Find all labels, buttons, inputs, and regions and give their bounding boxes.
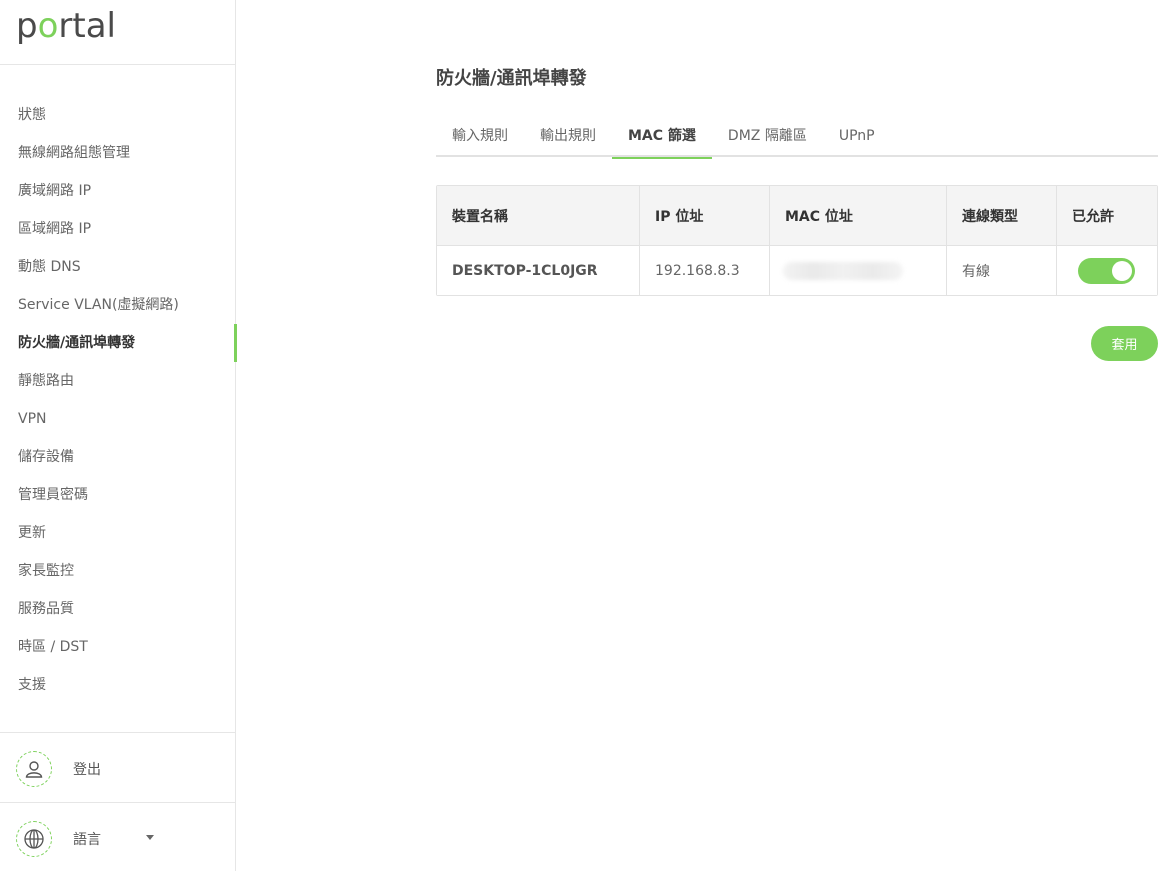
page-title: 防火牆/通訊埠轉發 — [436, 68, 587, 89]
header-ip-address: IP 位址 — [640, 186, 770, 245]
tab-inbound-rules[interactable]: 輸入規則 — [436, 118, 524, 157]
table-header: 裝置名稱 IP 位址 MAC 位址 連線類型 已允許 — [437, 186, 1157, 246]
sidebar-item-status[interactable]: 狀態 — [0, 96, 236, 134]
sidebar-item-qos[interactable]: 服務品質 — [0, 590, 236, 628]
logo-divider — [0, 64, 236, 65]
sidebar-item-wan-ip[interactable]: 廣域網路 IP — [0, 172, 236, 210]
language-selector[interactable]: 語言 — [16, 821, 226, 857]
sidebar-divider — [0, 802, 236, 803]
cell-device-name: DESKTOP-1CL0JGR — [437, 246, 640, 295]
cell-mac-address — [770, 246, 947, 295]
sidebar-item-parental-control[interactable]: 家長監控 — [0, 552, 236, 590]
sidebar-item-update[interactable]: 更新 — [0, 514, 236, 552]
sidebar-item-wireless-config[interactable]: 無線網路組態管理 — [0, 134, 236, 172]
apply-button[interactable]: 套用 — [1091, 326, 1158, 361]
header-device-name: 裝置名稱 — [437, 186, 640, 245]
allowed-toggle[interactable] — [1078, 257, 1135, 284]
sidebar: portal 狀態 無線網路組態管理 廣域網路 IP 區域網路 IP 動態 DN… — [0, 0, 237, 871]
header-allowed: 已允許 — [1072, 208, 1114, 225]
sidebar-nav: 狀態 無線網路組態管理 廣域網路 IP 區域網路 IP 動態 DNS Servi… — [0, 96, 237, 704]
language-label: 語言 — [73, 832, 101, 848]
sidebar-item-timezone[interactable]: 時區 / DST — [0, 628, 236, 666]
tab-outbound-rules[interactable]: 輸出規則 — [524, 118, 612, 157]
logout-button[interactable]: 登出 — [16, 751, 226, 787]
mac-redacted — [783, 261, 903, 280]
mac-filter-table: 裝置名稱 IP 位址 MAC 位址 連線類型 已允許 DESKTOP-1CL0J… — [436, 185, 1158, 296]
tab-mac-filter[interactable]: MAC 篩選 — [612, 118, 712, 159]
sidebar-item-static-routing[interactable]: 靜態路由 — [0, 362, 236, 400]
sidebar-divider — [0, 732, 236, 733]
tab-upnp[interactable]: UPnP — [823, 118, 891, 157]
logout-label: 登出 — [73, 762, 101, 778]
toggle-knob — [1112, 260, 1132, 281]
cell-connection-type: 有線 — [947, 246, 1057, 295]
sidebar-item-service-vlan[interactable]: Service VLAN(虛擬網路) — [0, 286, 236, 324]
sidebar-item-dynamic-dns[interactable]: 動態 DNS — [0, 248, 236, 286]
cell-allowed — [1057, 246, 1157, 295]
tab-dmz[interactable]: DMZ 隔離區 — [712, 118, 823, 157]
user-icon — [16, 751, 52, 787]
header-mac-address: MAC 位址 — [770, 186, 947, 245]
cell-ip-address: 192.168.8.3 — [640, 246, 770, 295]
sidebar-item-lan-ip[interactable]: 區域網路 IP — [0, 210, 236, 248]
sidebar-item-firewall[interactable]: 防火牆/通訊埠轉發 — [0, 324, 237, 362]
sidebar-item-vpn[interactable]: VPN — [0, 400, 236, 438]
header-connection-type: 連線類型 — [947, 186, 1057, 245]
caret-down-icon[interactable] — [146, 835, 154, 840]
sidebar-item-admin-password[interactable]: 管理員密碼 — [0, 476, 236, 514]
table-row: DESKTOP-1CL0JGR 192.168.8.3 有線 — [437, 246, 1157, 295]
globe-icon — [16, 821, 52, 857]
portal-logo[interactable]: portal — [16, 6, 116, 46]
sidebar-item-storage[interactable]: 儲存設備 — [0, 438, 236, 476]
sidebar-item-support[interactable]: 支援 — [0, 666, 236, 704]
tab-bar: 輸入規則 輸出規則 MAC 篩選 DMZ 隔離區 UPnP — [436, 118, 1158, 159]
